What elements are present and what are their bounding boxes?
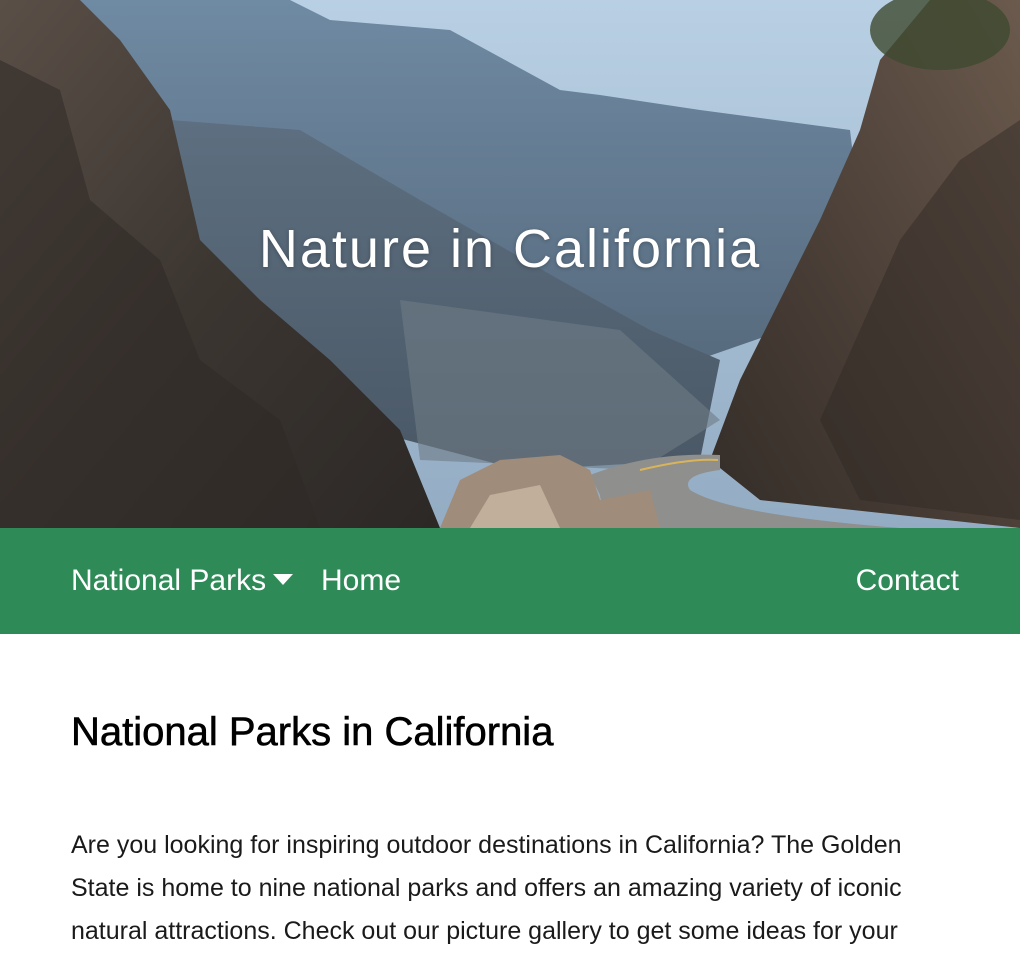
caret-down-icon — [273, 573, 294, 585]
nav-home-label: Home — [321, 564, 402, 597]
main-navbar: National Parks Home Contact — [0, 528, 1020, 634]
hero-banner: Nature in California — [0, 0, 1020, 528]
intro-paragraph: Are you looking for inspiring outdoor de… — [71, 831, 902, 945]
hero-title: Nature in California — [258, 219, 762, 279]
nav-contact-link[interactable]: Contact — [856, 528, 959, 634]
page-heading: National Parks in California — [71, 710, 554, 755]
nav-national-parks-dropdown[interactable]: National Parks — [71, 528, 294, 634]
nav-contact-label: Contact — [855, 564, 959, 597]
nav-home-link[interactable]: Home — [321, 528, 401, 634]
nav-national-parks-label: National Parks — [71, 564, 267, 597]
